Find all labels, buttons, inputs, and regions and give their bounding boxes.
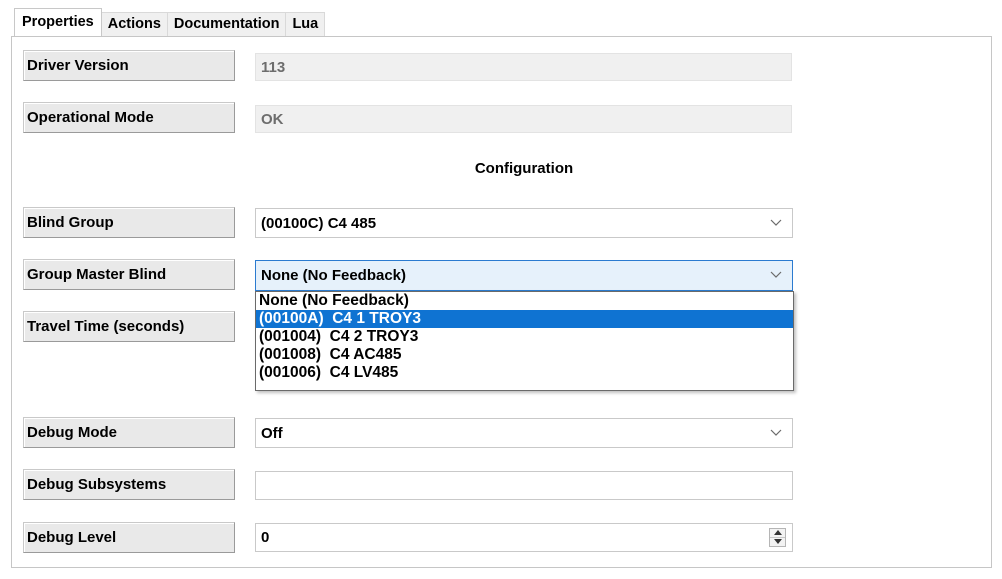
chevron-down-icon [769, 215, 783, 229]
dropdown-option[interactable]: (001004) C4 2 TROY3 [256, 328, 793, 346]
group-master-blind-label[interactable]: Group Master Blind [23, 259, 235, 290]
blind-group-value: (00100C) C4 485 [261, 214, 377, 232]
group-master-blind-value: None (No Feedback) [261, 267, 407, 284]
configuration-heading: Configuration [474, 160, 574, 177]
debug-mode-label[interactable]: Debug Mode [23, 417, 235, 448]
blind-group-select[interactable]: (00100C) C4 485 [255, 208, 793, 238]
group-master-blind-select[interactable]: None (No Feedback) [255, 260, 793, 291]
group-master-blind-dropdown: None (No Feedback) (00100A) C4 1 TROY3 (… [255, 291, 794, 391]
tab-properties[interactable]: Properties [14, 8, 102, 36]
driver-version-value: 113 [261, 58, 286, 76]
debug-subsystems-input[interactable] [255, 471, 793, 500]
dropdown-option[interactable]: None (No Feedback) [256, 292, 793, 310]
debug-level-input[interactable]: 0 [255, 523, 793, 552]
operational-mode-value: OK [261, 110, 284, 128]
dropdown-option[interactable]: (001008) C4 AC485 [256, 346, 793, 364]
debug-level-value: 0 [261, 529, 270, 546]
debug-mode-value: Off [261, 424, 283, 442]
chevron-down-icon [769, 425, 783, 439]
driver-version-label[interactable]: Driver Version [23, 50, 235, 81]
travel-time-label[interactable]: Travel Time (seconds) [23, 311, 235, 342]
debug-level-label[interactable]: Debug Level [23, 522, 235, 553]
tab-actions[interactable]: Actions [100, 12, 168, 36]
debug-mode-select[interactable]: Off [255, 418, 793, 448]
dropdown-option-highlighted[interactable]: (00100A) C4 1 TROY3 [256, 310, 793, 328]
operational-mode-field: OK [255, 105, 792, 133]
tab-lua[interactable]: Lua [285, 12, 326, 36]
debug-level-spinner [769, 528, 786, 547]
arrow-up-icon[interactable] [770, 529, 785, 538]
operational-mode-label[interactable]: Operational Mode [23, 102, 235, 133]
debug-subsystems-label[interactable]: Debug Subsystems [23, 469, 235, 500]
tab-strip: Properties Actions Documentation Lua [14, 8, 326, 36]
driver-version-field: 113 [255, 53, 792, 81]
tab-documentation[interactable]: Documentation [166, 12, 287, 36]
dropdown-option[interactable]: (001006) C4 LV485 [256, 364, 793, 382]
arrow-down-icon[interactable] [770, 538, 785, 547]
blind-group-label[interactable]: Blind Group [23, 207, 235, 238]
chevron-down-icon [769, 267, 783, 281]
